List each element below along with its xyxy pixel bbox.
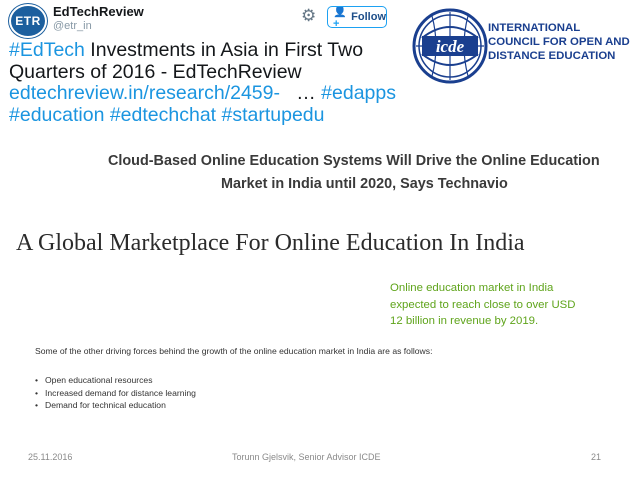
forecast-line-1: Online education market in India bbox=[390, 282, 554, 294]
footer-author: Torunn Gjelsvik, Senior Advisor ICDE bbox=[232, 452, 381, 462]
technavio-headline-line-2: Market in India until 2020, Says Technav… bbox=[221, 176, 508, 192]
list-item: • Increased demand for distance learning bbox=[35, 387, 196, 400]
list-item-text: Increased demand for distance learning bbox=[45, 387, 196, 398]
icde-seal-text: icde bbox=[436, 37, 465, 56]
list-item: • Demand for technical education bbox=[35, 399, 196, 412]
tweet-line-3: edtechreview.in/research/2459- … #edapps bbox=[9, 82, 396, 105]
hashtag-edapps[interactable]: #edapps bbox=[321, 82, 396, 104]
tweet-ellipsis: … bbox=[280, 82, 322, 104]
technavio-headline: Cloud-Based Online Education Systems Wil… bbox=[108, 150, 638, 196]
icde-logo-icon: icde bbox=[412, 8, 488, 84]
etr-avatar-text: ETR bbox=[15, 14, 41, 28]
driving-forces-intro: Some of the other driving forces behind … bbox=[35, 346, 433, 356]
bullet-icon: • bbox=[35, 387, 39, 398]
market-forecast-highlight: Online education market in India expecte… bbox=[390, 280, 576, 330]
etr-avatar[interactable]: ETR bbox=[9, 4, 47, 38]
page-number: 21 bbox=[591, 452, 602, 462]
forecast-line-2: expected to reach close to over USD bbox=[390, 298, 576, 311]
tweet-account-handle[interactable]: @etr_in bbox=[53, 20, 92, 32]
tweet-link[interactable]: edtechreview.in/research/2459- bbox=[9, 82, 280, 104]
tweet-line-1-text: Investments in Asia in First Two bbox=[84, 39, 364, 61]
tweet-line-2: Quarters of 2016 - EdTechReview bbox=[9, 60, 302, 83]
driving-forces-list: • Open educational resources • Increased d… bbox=[35, 374, 196, 412]
list-item: • Open educational resources bbox=[35, 374, 196, 387]
icde-name-line: INTERNATIONAL bbox=[488, 22, 581, 34]
tweet-account-name[interactable]: EdTechReview bbox=[53, 4, 144, 19]
follow-button[interactable]: 👤+ Follow bbox=[327, 6, 387, 28]
marketplace-title: A Global Marketplace For Online Educatio… bbox=[16, 230, 525, 256]
hashtag-edtech[interactable]: #EdTech bbox=[9, 39, 85, 61]
bullet-icon: • bbox=[35, 400, 39, 410]
follow-button-label: Follow bbox=[351, 11, 386, 23]
list-item-text: Open educational resources bbox=[45, 375, 153, 385]
icde-name-line: DISTANCE EDUCATION bbox=[488, 50, 616, 62]
person-add-icon: 👤+ bbox=[333, 6, 347, 28]
icde-name-line: COUNCIL FOR OPEN AND bbox=[488, 36, 630, 48]
gear-icon[interactable]: ⚙ bbox=[301, 6, 316, 26]
icde-organization-name: INTERNATIONAL COUNCIL FOR OPEN AND DISTA… bbox=[488, 21, 630, 63]
footer-date: 25.11.2016 bbox=[28, 452, 73, 462]
forecast-line-3: 12 billion in revenue by 2019. bbox=[390, 315, 539, 327]
technavio-headline-line-1: Cloud-Based Online Education Systems Wil… bbox=[108, 153, 600, 169]
tweet-line-1: #EdTech Investments in Asia in First Two bbox=[9, 39, 379, 62]
bullet-icon: • bbox=[35, 375, 39, 385]
list-item-text: Demand for technical education bbox=[45, 400, 166, 410]
tweet-text: #EdTech Investments in Asia in First Two… bbox=[9, 39, 396, 127]
tweet-hashtags[interactable]: #education #edtechchat #startupedu bbox=[9, 104, 379, 127]
